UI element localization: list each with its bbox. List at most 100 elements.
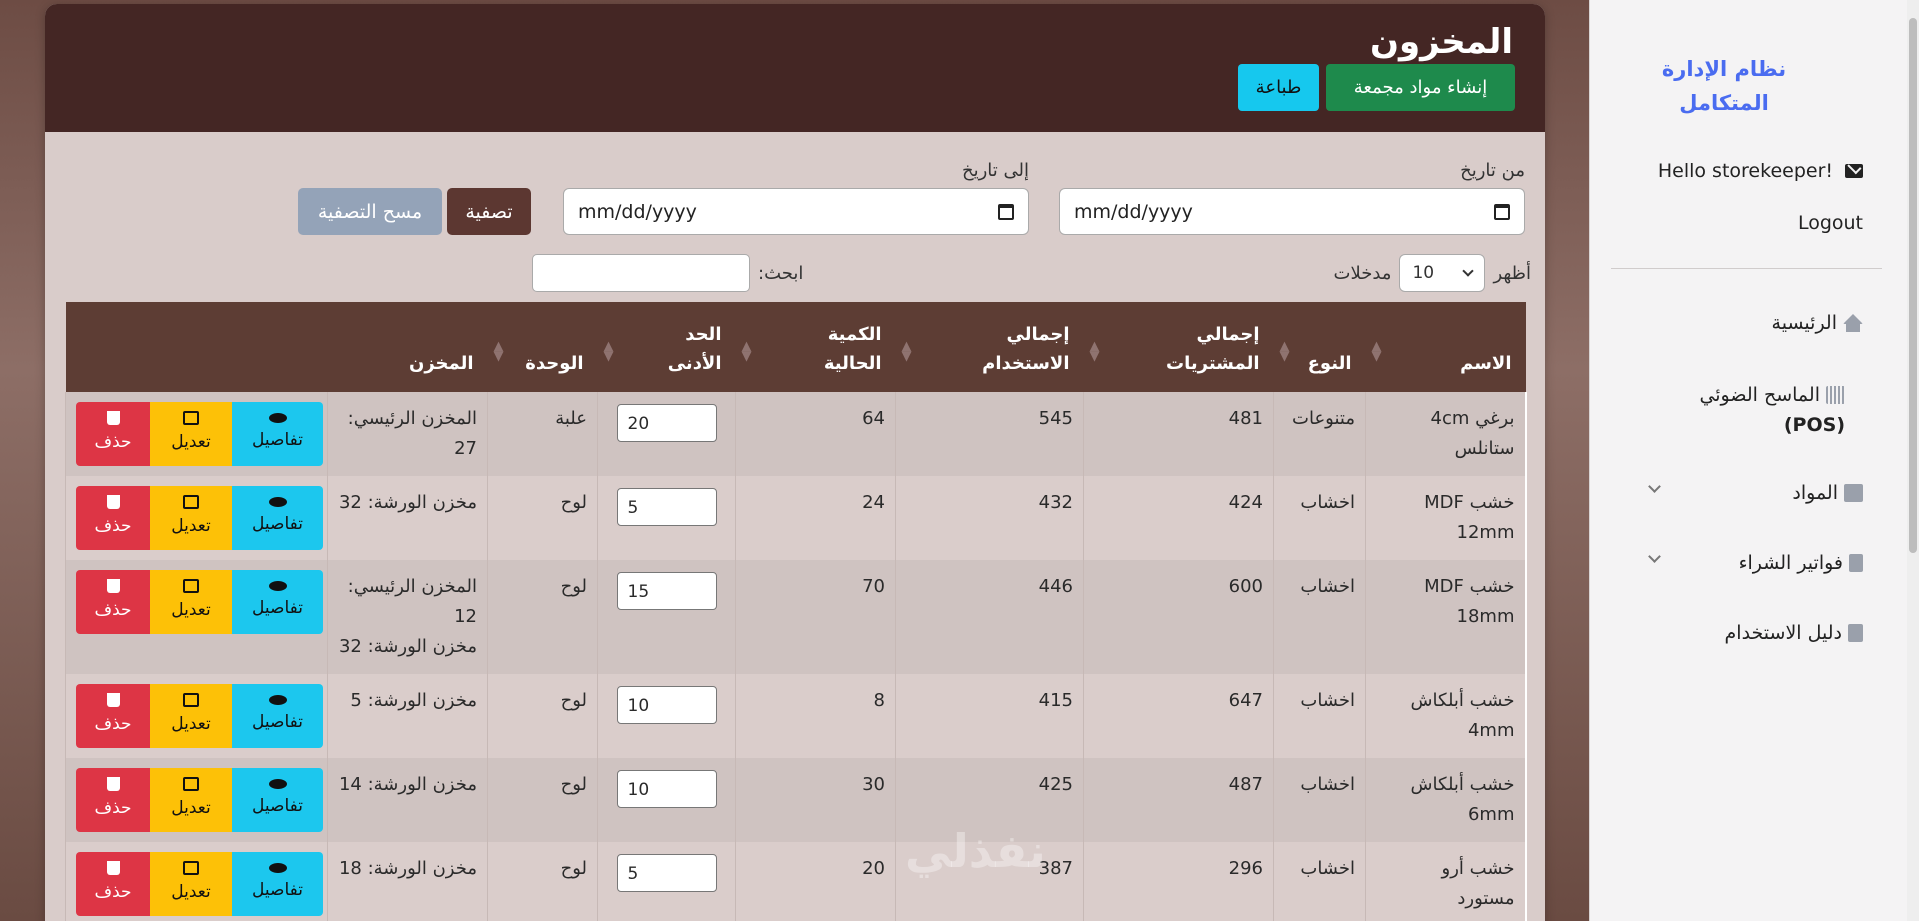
edit-button[interactable]: تعديل [150,402,232,466]
sidebar-item-pos[interactable]: الماسح الضوئي (POS) [1675,380,1845,440]
trash-icon [106,693,120,707]
cell-purchases: 296 [1083,842,1274,921]
trash-icon [106,495,120,509]
edit-button[interactable]: تعديل [150,570,232,634]
chevron-down-icon [1462,265,1475,277]
sort-icon[interactable]: ▲ ▼ [1372,340,1382,363]
sort-icon[interactable]: ▲ ▼ [604,340,614,363]
trash-icon [106,411,120,425]
cell-type: اخشاب [1273,842,1366,921]
cell-unit: علبة [487,392,598,476]
cell-current: 20 [735,842,896,921]
to-date-placeholder: mm/dd/yyyy [578,200,697,223]
cell-purchases: 487 [1083,758,1274,842]
edit-button[interactable]: تعديل [150,684,232,748]
sidebar-item-label: الماسح الضوئي [1699,384,1820,406]
cell-actions: تفاصيل تعديل حذف [65,560,328,674]
details-button[interactable]: تفاصيل [232,402,323,466]
min-quantity-input[interactable]: 20 [616,404,717,442]
col-current[interactable]: الكمية الحالية ▲ ▼ [735,302,896,392]
user-greeting: Hello storekeeper! [1658,160,1863,182]
col-store[interactable]: المخزن [327,302,488,392]
sidebar-item-purchase-invoices[interactable]: فواتير الشراء [1739,552,1863,574]
sort-icon[interactable]: ▲ ▼ [1090,340,1100,363]
eye-icon [268,779,287,789]
calendar-icon[interactable] [1494,203,1510,220]
clear-filter-button[interactable]: مسح التصفية [298,188,442,235]
edit-button[interactable]: تعديل [150,852,232,916]
panel-header: المخزون إنشاء مواد مجمعة طباعة [45,4,1545,132]
chevron-down-icon[interactable] [1648,480,1661,493]
sort-icon[interactable]: ▲ ▼ [742,340,752,363]
calendar-icon[interactable] [998,203,1014,220]
details-button[interactable]: تفاصيل [232,768,323,832]
delete-button[interactable]: حذف [76,486,150,550]
page-title: المخزون [1369,22,1513,62]
filters-section: من تاريخ mm/dd/yyyy إلى تاريخ mm/dd/yyyy… [45,132,1545,302]
delete-button[interactable]: حذف [76,570,150,634]
show-label: أظهر [1493,262,1531,284]
details-button[interactable]: تفاصيل [232,486,323,550]
delete-button[interactable]: حذف [76,768,150,832]
col-type[interactable]: النوع ▲ ▼ [1273,302,1366,392]
cell-actions: تفاصيل تعديل حذف [65,476,328,560]
cell-name: برغي 4cm ستانلس [1365,392,1527,476]
cell-type: اخشاب [1273,560,1366,674]
logout-link[interactable]: Logout [1798,212,1863,234]
cell-type: اخشاب [1273,674,1366,758]
table-row: خشب أبلكاش 4mm اخشاب 647 415 8 10 لوح مخز… [65,674,1527,758]
book-icon [1848,624,1863,642]
sort-icon[interactable]: ▲ ▼ [494,340,504,363]
min-quantity-input[interactable]: 5 [616,854,717,892]
to-date-input[interactable]: mm/dd/yyyy [563,188,1029,235]
sidebar-item-label: دليل الاستخدام [1724,622,1842,644]
sidebar-item-home[interactable]: الرئيسية [1772,312,1863,334]
edit-button[interactable]: تعديل [150,486,232,550]
edit-button[interactable]: تعديل [150,768,232,832]
sort-icon[interactable]: ▲ ▼ [1280,340,1290,363]
cell-purchases: 424 [1083,476,1274,560]
details-button[interactable]: تفاصيل [232,684,323,748]
col-name[interactable]: الاسم ▲ ▼ [1365,302,1526,392]
details-button[interactable]: تفاصيل [232,570,323,634]
brand-title[interactable]: نظام الإدارة المتكامل [1624,52,1824,120]
min-quantity-input[interactable]: 5 [616,488,717,526]
details-button[interactable]: تفاصيل [232,852,323,916]
edit-icon [183,861,199,875]
trash-icon [106,861,120,875]
print-button[interactable]: طباعة [1238,64,1319,111]
delete-button[interactable]: حذف [76,684,150,748]
create-bundle-button[interactable]: إنشاء مواد مجمعة [1326,64,1515,111]
sort-icon[interactable]: ▲ ▼ [902,340,912,363]
entries-select[interactable]: 10 [1399,254,1486,292]
table-header-row: الاسم ▲ ▼ النوع ▲ ▼ إجمالي المشتريات ▲ ▼ إجمالي… [65,302,1526,392]
col-min[interactable]: الحد الأدنى ▲ ▼ [597,302,736,392]
cell-type: اخشاب [1273,476,1366,560]
delete-button[interactable]: حذف [76,852,150,916]
delete-button[interactable]: حذف [76,402,150,466]
watermark: نفذلي [905,824,1046,878]
chevron-down-icon[interactable] [1648,550,1661,563]
min-quantity-input[interactable]: 10 [616,770,717,808]
filter-button[interactable]: تصفية [447,188,531,235]
inventory-table: الاسم ▲ ▼ النوع ▲ ▼ إجمالي المشتريات ▲ ▼ إجمالي… [65,302,1527,921]
sidebar-item-user-guide[interactable]: دليل الاستخدام [1725,622,1863,644]
min-quantity-input[interactable]: 15 [616,572,717,610]
col-unit[interactable]: الوحدة ▲ ▼ [487,302,598,392]
min-quantity-input[interactable]: 10 [616,686,717,724]
from-date-label: من تاريخ [1460,160,1525,181]
sidebar: نظام الإدارة المتكامل Hello storekeeper!… [1589,0,1919,921]
edit-icon [183,777,199,791]
scrollbar-thumb[interactable] [1909,18,1917,553]
sidebar-item-materials[interactable]: المواد [1792,482,1863,504]
cell-usage: 432 [895,476,1084,560]
col-usage[interactable]: إجمالي الاستخدام ▲ ▼ [895,302,1084,392]
greeting-text: Hello storekeeper! [1657,160,1833,182]
search-input[interactable] [532,254,750,292]
from-date-input[interactable]: mm/dd/yyyy [1059,188,1525,235]
cell-current: 24 [735,476,896,560]
table-row: خشب MDF 12mm اخشاب 424 432 24 5 لوح مخزن … [65,476,1527,560]
search-label: ابحث: [758,262,804,284]
col-purchases[interactable]: إجمالي المشتريات ▲ ▼ [1083,302,1274,392]
scrollbar[interactable] [1907,0,1919,921]
